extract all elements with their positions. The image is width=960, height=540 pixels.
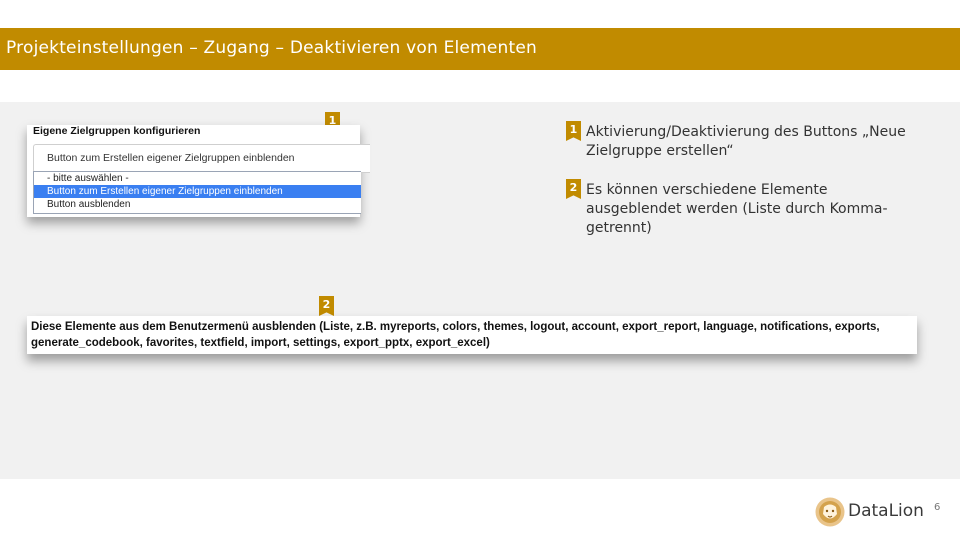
- zielgruppen-select[interactable]: Button zum Erstellen eigener Zielgruppen…: [33, 144, 370, 173]
- hide-elements-label: Diese Elemente aus dem Benutzermenü ausb…: [31, 321, 880, 349]
- dropdown-screenshot: Eigene Zielgruppen konfigurieren Button …: [27, 125, 370, 217]
- select-value: Button zum Erstellen eigener Zielgruppen…: [47, 152, 295, 164]
- page-title: Projekteinstellungen – Zugang – Deaktivi…: [6, 38, 537, 58]
- dropdown-options: - bitte auswählen - Button zum Erstellen…: [33, 171, 361, 214]
- option-hide-button[interactable]: Button ausblenden: [34, 198, 361, 211]
- option-choose[interactable]: - bitte auswählen -: [34, 172, 361, 185]
- option-show-button[interactable]: Button zum Erstellen eigener Zielgruppen…: [34, 185, 361, 198]
- note-1-text: Aktivierung/Deaktivierung des Buttons „N…: [586, 124, 906, 159]
- dropdown-label: Eigene Zielgruppen konfigurieren: [33, 125, 201, 137]
- menu-elements-screenshot: Diese Elemente aus dem Benutzermenü ausb…: [27, 316, 917, 354]
- note-2-text: Es können verschiedene Elemente ausgeble…: [586, 182, 888, 236]
- page-number: 6: [934, 502, 941, 513]
- brand-name: DataLion: [848, 501, 924, 521]
- datalion-logo-icon: [815, 497, 845, 527]
- title-bar: Projekteinstellungen – Zugang – Deaktivi…: [0, 28, 960, 70]
